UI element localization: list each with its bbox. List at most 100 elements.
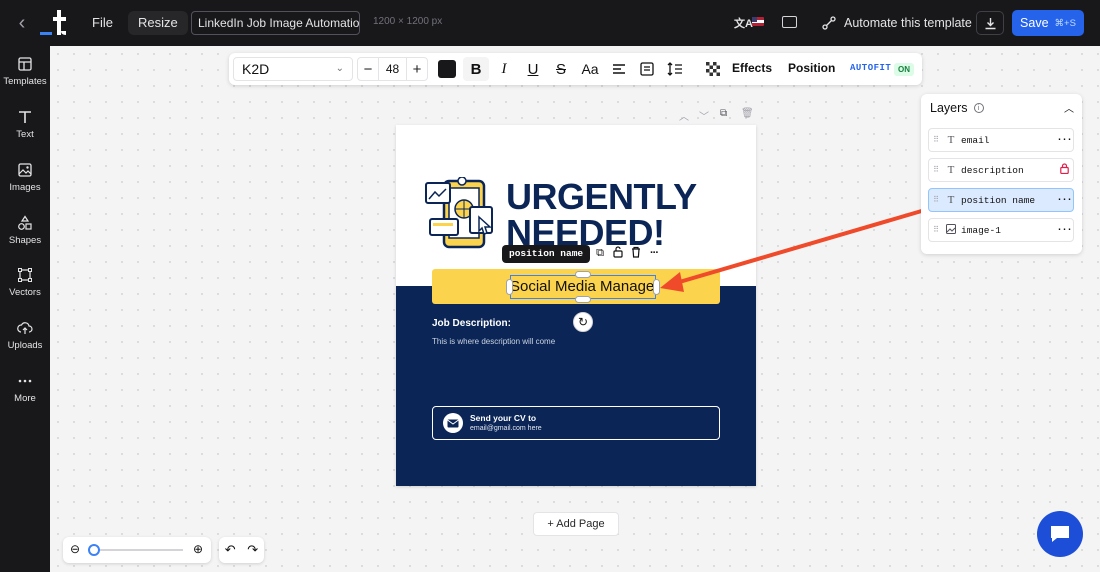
- resize-handle-right[interactable]: [653, 279, 660, 295]
- automate-label: Automate this template: [844, 16, 972, 30]
- autofit-label[interactable]: AUTOFIT: [850, 63, 891, 73]
- drag-handle-icon[interactable]: ⠿: [929, 165, 943, 175]
- position-button[interactable]: Position: [788, 61, 835, 75]
- sidebar-item-uploads[interactable]: Uploads: [0, 320, 50, 364]
- translate-icon[interactable]: 文A: [734, 15, 753, 31]
- automation-icon: [822, 16, 836, 30]
- autofit-toggle[interactable]: ON: [894, 63, 914, 76]
- transparency-icon[interactable]: [703, 59, 723, 79]
- headline-text[interactable]: URGENTLY NEEDED!: [506, 179, 746, 251]
- align-left-icon[interactable]: [609, 59, 629, 79]
- info-icon[interactable]: i: [973, 103, 984, 113]
- drag-handle-icon[interactable]: ⠿: [929, 195, 943, 205]
- zoom-slider-track[interactable]: [89, 549, 183, 551]
- zoom-slider-handle[interactable]: [87, 544, 100, 556]
- automate-template-button[interactable]: Automate this template: [822, 13, 972, 33]
- more-options-icon[interactable]: ···: [648, 246, 660, 260]
- bold-icon[interactable]: B: [466, 59, 486, 79]
- layer-name: description: [961, 164, 1024, 176]
- text-icon: [19, 111, 31, 123]
- vector-icon: [18, 268, 32, 282]
- download-button[interactable]: [976, 11, 1004, 35]
- sidebar-item-images[interactable]: Images: [0, 162, 50, 206]
- phone-illustration-icon[interactable]: [424, 177, 504, 257]
- layer-more-icon[interactable]: ···: [1055, 135, 1073, 146]
- trash-icon[interactable]: [630, 246, 642, 260]
- sidebar-item-shapes[interactable]: Shapes: [0, 215, 50, 259]
- unlock-icon[interactable]: [612, 246, 624, 260]
- keyboard-icon[interactable]: [782, 16, 797, 28]
- sidebar-item-templates[interactable]: Templates: [0, 56, 50, 100]
- line-height-icon[interactable]: [665, 59, 685, 79]
- strikethrough-icon[interactable]: S: [551, 59, 571, 79]
- text-layer-icon: T: [947, 134, 955, 146]
- undo-icon[interactable]: ↶: [225, 542, 236, 558]
- decrease-font-size-button[interactable]: −: [358, 61, 378, 78]
- underline-icon[interactable]: U: [523, 59, 543, 79]
- layer-row-position-name[interactable]: ⠿ T position name ···: [928, 188, 1074, 212]
- layer-more-icon[interactable]: ···: [1055, 195, 1073, 206]
- drag-handle-icon[interactable]: ⠿: [929, 225, 943, 235]
- job-description-body[interactable]: This is where description will come: [432, 337, 555, 346]
- text-layer-icon: T: [947, 194, 955, 206]
- headline-line-1: URGENTLY: [506, 176, 697, 217]
- job-description-title[interactable]: Job Description:: [432, 318, 511, 329]
- text-case-icon[interactable]: Aa: [580, 59, 600, 79]
- save-button[interactable]: Save ⌘+S: [1012, 10, 1084, 36]
- resize-handle-bottom[interactable]: [575, 296, 591, 303]
- upload-icon: [17, 322, 33, 334]
- design-page[interactable]: URGENTLY NEEDED! Social Media Manager po…: [396, 125, 756, 486]
- effects-button[interactable]: Effects: [732, 61, 772, 75]
- layer-row-description[interactable]: ⠿ T description: [928, 158, 1074, 182]
- app-logo-icon[interactable]: [38, 6, 72, 40]
- font-family-select[interactable]: K2D ⌄: [233, 57, 353, 81]
- duplicate-icon[interactable]: ⧉: [594, 246, 606, 260]
- text-toolbar: K2D ⌄ − 48 + B I U S Aa Effects Position…: [229, 53, 922, 85]
- collapse-chevron-icon[interactable]: ︿: [1064, 100, 1074, 115]
- us-flag-icon[interactable]: [752, 17, 764, 26]
- chat-bubble-icon: [1051, 526, 1069, 542]
- layer-name: email: [961, 134, 990, 146]
- resize-handle-left[interactable]: [506, 279, 513, 295]
- zoom-in-icon[interactable]: ⊕: [193, 542, 203, 556]
- layer-more-icon[interactable]: ···: [1055, 225, 1073, 236]
- sidebar-item-vectors[interactable]: Vectors: [0, 267, 50, 311]
- drag-handle-icon[interactable]: ⠿: [929, 135, 943, 145]
- back-chevron-icon[interactable]: ‹: [12, 12, 32, 34]
- resize-button[interactable]: Resize: [128, 11, 188, 35]
- text-color-swatch[interactable]: [438, 60, 456, 78]
- font-family-value: K2D: [242, 61, 270, 77]
- italic-icon[interactable]: I: [494, 59, 514, 79]
- increase-font-size-button[interactable]: +: [407, 61, 427, 78]
- resize-handle-top[interactable]: [575, 271, 591, 278]
- duplicate-page-icon[interactable]: ⧉: [720, 108, 727, 119]
- cv-email-text: email@gmail.com here: [470, 425, 542, 432]
- sidebar-item-more[interactable]: More: [0, 373, 50, 417]
- sidebar-item-label: Vectors: [9, 287, 41, 298]
- sidebar-item-text[interactable]: Text: [0, 109, 50, 153]
- font-size-stepper: − 48 +: [357, 57, 428, 81]
- send-cv-title: Send your CV to: [470, 413, 537, 423]
- move-page-down-icon[interactable]: ﹀: [699, 108, 709, 123]
- redo-icon[interactable]: ↷: [247, 542, 258, 558]
- document-title-input[interactable]: LinkedIn Job Image Automation: [191, 11, 360, 35]
- templates-icon: [18, 57, 32, 71]
- vertical-align-icon[interactable]: [637, 59, 657, 79]
- delete-page-icon[interactable]: 🗑: [741, 108, 754, 119]
- chat-support-button[interactable]: [1037, 511, 1083, 557]
- layer-row-image-1[interactable]: ⠿ image-1 ···: [928, 218, 1074, 242]
- file-menu-button[interactable]: File: [82, 11, 123, 35]
- zoom-out-icon[interactable]: ⊖: [70, 542, 80, 556]
- add-page-button[interactable]: + Add Page: [533, 512, 619, 536]
- layer-name: image-1: [961, 224, 1001, 236]
- lock-icon[interactable]: [1055, 163, 1073, 177]
- font-size-input[interactable]: 48: [378, 58, 407, 80]
- sidebar-item-label: More: [14, 393, 36, 404]
- layers-panel: Layers i ︿ ⠿ T email ··· ⠿ T description…: [921, 94, 1082, 254]
- rotate-handle-icon[interactable]: ↻: [573, 312, 593, 332]
- more-icon: [18, 379, 32, 383]
- move-page-up-icon[interactable]: ︿: [679, 108, 689, 123]
- send-cv-box[interactable]: Send your CV to email@gmail.com here: [432, 406, 720, 440]
- text-layer-icon: T: [947, 164, 955, 176]
- layer-row-email[interactable]: ⠿ T email ···: [928, 128, 1074, 152]
